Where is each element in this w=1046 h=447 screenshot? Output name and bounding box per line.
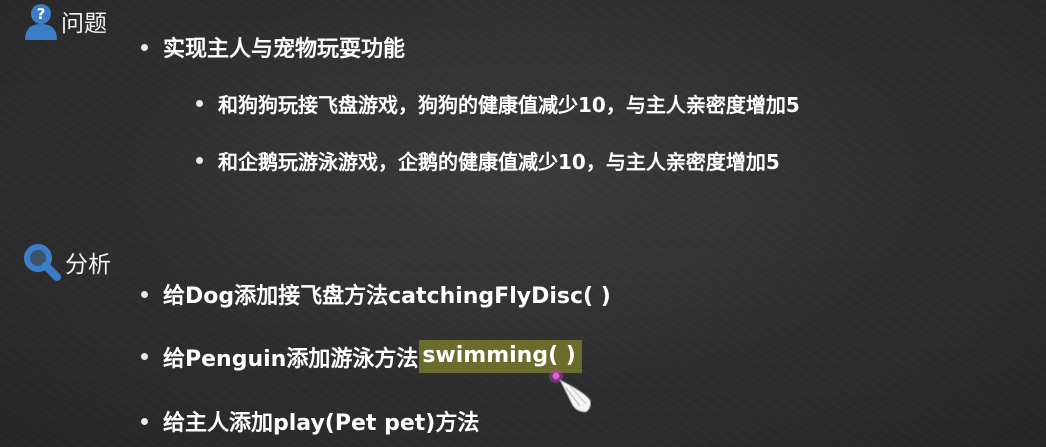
bullet-icon xyxy=(141,290,148,298)
analysis-item-3: 给主人添加play(Pet pet)方法 xyxy=(163,411,480,436)
problem-heading-label: 问题 xyxy=(61,11,107,37)
pen-cursor-icon xyxy=(549,369,591,413)
list-item: 和企鹅玩游泳游戏，企鹅的健康值减少10，与主人亲密度增加5 xyxy=(196,146,780,175)
list-item: 和狗狗玩接飞盘游戏，狗狗的健康值减少10，与主人亲密度增加5 xyxy=(196,89,800,118)
analysis-item-1: 给Dog添加接飞盘方法catchingFlyDisc( ) xyxy=(163,284,611,309)
bullet-icon xyxy=(141,417,148,425)
user-question-icon: ? xyxy=(25,4,57,40)
list-item: 给主人添加play(Pet pet)方法 xyxy=(141,405,479,437)
analysis-item-2-prefix: 给Penguin添加游泳方法 xyxy=(163,346,419,372)
list-item: 给Dog添加接飞盘方法catchingFlyDisc( ) xyxy=(141,278,611,310)
problem-main-item: 实现主人与宠物玩耍功能 xyxy=(163,37,406,62)
chalkboard-texture xyxy=(0,0,1046,447)
bullet-icon xyxy=(141,353,148,360)
bullet-icon xyxy=(196,100,203,107)
magnifier-icon xyxy=(24,244,61,281)
problem-heading: ? 问题 xyxy=(24,2,107,40)
analysis-heading-label: 分析 xyxy=(65,252,111,278)
svg-text:?: ? xyxy=(37,5,46,23)
problem-sub-item-2: 和企鹅玩游泳游戏，企鹅的健康值减少10，与主人亲密度增加5 xyxy=(218,150,780,174)
analysis-heading: 分析 xyxy=(22,243,111,281)
bullet-icon xyxy=(196,157,203,164)
bullet-icon xyxy=(141,43,148,51)
problem-sub-item-1: 和狗狗玩接飞盘游戏，狗狗的健康值减少10，与主人亲密度增加5 xyxy=(218,93,800,117)
list-item: 实现主人与宠物玩耍功能 xyxy=(141,31,405,63)
list-item: 给Penguin添加游泳方法 swimming( ) xyxy=(141,340,582,373)
